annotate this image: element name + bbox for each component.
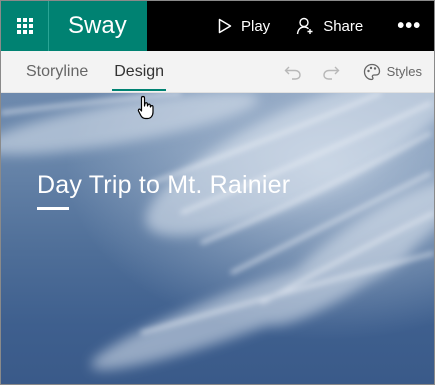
tab-storyline-label: Storyline xyxy=(26,63,89,80)
top-bar: Sway Play Share ••• xyxy=(1,1,434,51)
ribbon: Storyline Design Styles xyxy=(1,51,434,93)
cloud-streaks xyxy=(1,93,434,384)
share-label: Share xyxy=(323,17,364,35)
topbar-actions: Play Share ••• xyxy=(147,1,434,51)
share-button[interactable]: Share xyxy=(296,1,363,51)
tab-storyline[interactable]: Storyline xyxy=(26,51,88,92)
sway-canvas[interactable]: Day Trip to Mt. Rainier xyxy=(1,93,434,384)
waffle-icon xyxy=(16,18,33,34)
play-label: Play xyxy=(241,17,271,35)
play-icon xyxy=(218,18,232,34)
palette-icon xyxy=(363,63,380,80)
play-button[interactable]: Play xyxy=(218,1,270,51)
redo-icon xyxy=(322,66,340,80)
sway-title[interactable]: Day Trip to Mt. Rainier xyxy=(37,171,290,200)
share-person-icon xyxy=(296,17,313,35)
styles-button[interactable]: Styles xyxy=(363,63,422,81)
tab-design-label: Design xyxy=(114,63,165,80)
hand-pointer-cursor-icon xyxy=(137,95,154,120)
ribbon-actions: Styles xyxy=(284,63,422,81)
more-options-button[interactable]: ••• xyxy=(397,1,421,51)
styles-label: Styles xyxy=(386,64,422,79)
sway-window: Sway Play Share ••• Storyline Design Sty… xyxy=(0,0,435,385)
app-name[interactable]: Sway xyxy=(48,1,147,51)
background-image xyxy=(1,93,434,384)
undo-button[interactable] xyxy=(284,64,302,80)
title-accent-line xyxy=(37,207,69,210)
active-tab-indicator xyxy=(112,89,167,91)
redo-button[interactable] xyxy=(322,64,340,80)
undo-icon xyxy=(284,66,301,80)
tab-design[interactable]: Design xyxy=(112,51,167,92)
app-launcher-button[interactable] xyxy=(1,1,48,51)
